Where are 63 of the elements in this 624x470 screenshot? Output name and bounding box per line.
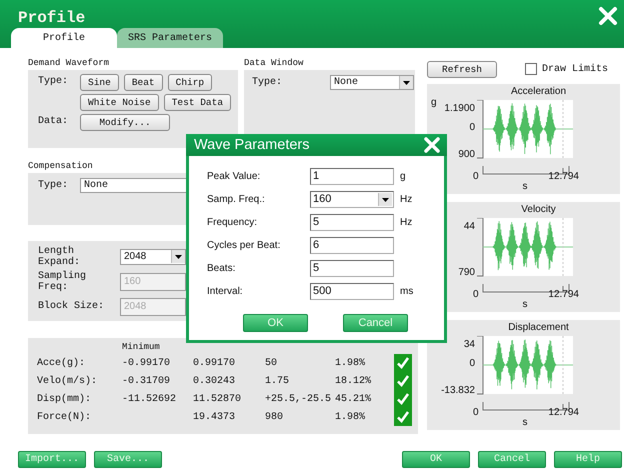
field-label: Interval: <box>207 286 244 297</box>
table-cell-text: Acce(g): <box>37 358 86 368</box>
axis-title: s <box>522 181 528 192</box>
table-cell: 1.98% <box>335 412 366 422</box>
section-title: Data Window <box>244 58 304 70</box>
table-cell: 1.98% <box>335 358 366 368</box>
axis-unit: g <box>431 97 437 108</box>
table-cell: -11.52692 <box>122 394 176 404</box>
chart-title: Acceleration <box>510 85 568 99</box>
table-cell-text: Force(N): <box>37 412 92 422</box>
dialog-title: Wave Parameters <box>194 137 310 153</box>
axis-label: 44 <box>464 221 475 232</box>
table-cell: 11.52870 <box>193 394 242 404</box>
table-cell: 0.30243 <box>193 376 236 386</box>
axis-label: 0 <box>469 122 475 133</box>
unit-label: Hz <box>400 194 412 205</box>
window-title: Profile <box>18 9 86 27</box>
table-cell: 980 <box>265 412 284 422</box>
field-label: Frequency: <box>207 217 258 228</box>
column-header: Minimum <box>122 342 161 352</box>
field-label: Block Size: <box>38 301 106 312</box>
axis-label: 34 <box>464 339 475 350</box>
axis-label: 0 <box>473 408 479 418</box>
table-cell: 50 <box>265 358 278 368</box>
unit-label: g <box>400 171 406 182</box>
axis-title: s <box>522 299 528 310</box>
table-cell: 18.12% <box>335 376 372 386</box>
table-cell-text: Velo(m/s): <box>37 376 98 386</box>
table-cell: 0.99170 <box>193 358 236 368</box>
unit-label: ms <box>400 286 414 297</box>
axis-title: s <box>522 417 528 428</box>
section-title: Demand Waveform <box>28 58 110 70</box>
table-cell: +25.5,-25.5 <box>265 394 332 404</box>
field-label: Beats: <box>207 263 236 274</box>
axis-label: 0 <box>473 290 479 300</box>
chart-title: Velocity <box>520 203 557 217</box>
table-cell-text: Disp(mm): <box>37 394 92 404</box>
axis-label: 12.794 <box>548 290 579 300</box>
axis-label: -13.832 <box>441 385 475 396</box>
field-label: Cycles per Beat: <box>207 240 282 251</box>
chart-title: Displacement <box>507 321 570 335</box>
table-cell: 1.75 <box>265 376 290 386</box>
checkbox-label: Draw Limits <box>542 64 608 74</box>
field-label: Data: <box>38 115 70 129</box>
field-label: Type: <box>38 75 70 89</box>
axis-label: 12.794 <box>548 172 579 182</box>
axis-label: 1.1900 <box>444 103 475 114</box>
field-label: Type: <box>38 179 70 193</box>
table-cell: -0.31709 <box>122 376 170 386</box>
axis-label: 0 <box>469 358 475 369</box>
field-label: Length Expand: <box>38 246 82 268</box>
field-label: Sampling Freq: <box>38 270 88 292</box>
section-title: Compensation <box>28 161 94 173</box>
axis-label: 790 <box>458 267 475 278</box>
field-label: Type: <box>252 76 284 90</box>
table-cell: 19.4373 <box>193 412 236 422</box>
axis-label: 12.794 <box>548 408 579 418</box>
table-cell: -0.99170 <box>122 358 170 368</box>
field-label: Samp. Freq.: <box>207 194 266 205</box>
unit-label: Hz <box>400 217 412 228</box>
axis-label: 900 <box>458 149 475 160</box>
table-cell: 45.21% <box>335 394 372 404</box>
axis-label: 0 <box>473 172 479 182</box>
